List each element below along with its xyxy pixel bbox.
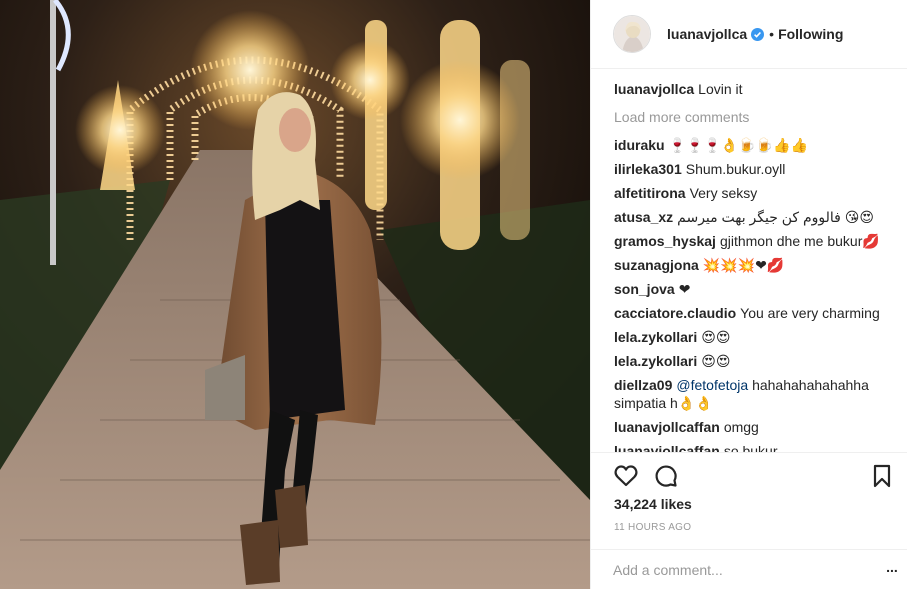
comment-text: so bukur (723, 443, 778, 452)
comment-row: alfetitirona Very seksy (614, 184, 899, 202)
comments-list[interactable]: luanavjollca Lovin it Load more comments … (614, 80, 899, 452)
author-username[interactable]: luanavjollca (667, 26, 747, 42)
comment-text: gjithmon dhe me bukur💋 (719, 233, 880, 249)
comment-username[interactable]: gramos_hyskaj (614, 233, 716, 249)
add-comment-bar: ... (591, 549, 907, 589)
post-header: luanavjollca • Following (591, 0, 907, 69)
action-icons-row (613, 463, 899, 489)
comment-username[interactable]: luanavjollcaffan (614, 443, 720, 452)
comment-icon[interactable] (653, 463, 679, 489)
add-comment-input[interactable] (613, 558, 863, 582)
post-dialog: luanavjollca • Following luanavjollca Lov… (0, 0, 907, 589)
caption-text: Lovin it (698, 81, 743, 97)
heart-icon[interactable] (613, 463, 639, 489)
comment-text: 🍷🍷🍷👌🍺🍺👍👍 (668, 137, 809, 153)
more-options-button[interactable]: ... (883, 560, 901, 580)
comment-username[interactable]: atusa_xz (614, 209, 673, 225)
comment-text: فالووم کن جیگر بهت میرسم 😘😍 (677, 209, 874, 225)
comment-row: gramos_hyskaj gjithmon dhe me bukur💋 (614, 232, 899, 250)
comment-row: luanavjollcaffan so bukur (614, 442, 899, 452)
caption: luanavjollca Lovin it (614, 80, 899, 98)
comment-row: luanavjollcaffan omgg (614, 418, 899, 436)
comment-username[interactable]: alfetitirona (614, 185, 686, 201)
comment-row: lela.zykollari 😍😍 (614, 352, 899, 370)
comment-username[interactable]: lela.zykollari (614, 329, 697, 345)
comment-row: diellza09 @fetofetoja hahahahahahahha sim… (614, 376, 899, 412)
post-photo-image (0, 0, 590, 589)
comment-username[interactable]: lela.zykollari (614, 353, 697, 369)
comment-username[interactable]: ilirleka301 (614, 161, 682, 177)
comment-text: You are very charming (740, 305, 880, 321)
bookmark-icon[interactable] (869, 463, 895, 489)
comment-username[interactable]: iduraku (614, 137, 665, 153)
likes-count[interactable]: 34,224 likes (614, 496, 692, 512)
comment-text: Very seksy (689, 185, 758, 201)
comment-mention[interactable]: @fetofetoja (676, 377, 748, 393)
comment-text: ❤ (678, 281, 691, 297)
author-avatar[interactable] (613, 15, 651, 53)
comment-username[interactable]: suzanagjona (614, 257, 699, 273)
verified-badge-icon (751, 27, 765, 41)
comment-text: omgg (723, 419, 759, 435)
comment-text: 😍😍 (701, 329, 731, 345)
post-photo[interactable] (0, 0, 590, 589)
post-side-panel: luanavjollca • Following luanavjollca Lov… (590, 0, 907, 589)
comment-row: iduraku 🍷🍷🍷👌🍺🍺👍👍 (614, 136, 899, 154)
comment-username[interactable]: diellza09 (614, 377, 672, 393)
comment-text: 💥💥💥❤💋 (702, 257, 785, 273)
comment-username[interactable]: son_jova (614, 281, 675, 297)
comment-username[interactable]: luanavjollcaffan (614, 419, 720, 435)
comment-row: suzanagjona 💥💥💥❤💋 (614, 256, 899, 274)
following-button[interactable]: Following (778, 26, 843, 42)
comment-text: 😍😍 (701, 353, 731, 369)
comment-row: atusa_xz فالووم کن جیگر بهت میرسم 😘😍 (614, 208, 899, 226)
comment-username[interactable]: cacciatore.claudio (614, 305, 736, 321)
comment-row: cacciatore.claudio You are very charming (614, 304, 899, 322)
comment-text: Shum.bukur.oyll (685, 161, 786, 177)
comment-row: lela.zykollari 😍😍 (614, 328, 899, 346)
post-actions: 34,224 likes 11 HOURS AGO ... (591, 452, 907, 589)
post-timestamp[interactable]: 11 HOURS AGO (614, 522, 691, 533)
comment-row: son_jova ❤ (614, 280, 899, 298)
load-more-comments-button[interactable]: Load more comments (614, 108, 899, 126)
comment-row: ilirleka301 Shum.bukur.oyll (614, 160, 899, 178)
separator-dot: • (769, 26, 775, 42)
caption-username[interactable]: luanavjollca (614, 81, 694, 97)
